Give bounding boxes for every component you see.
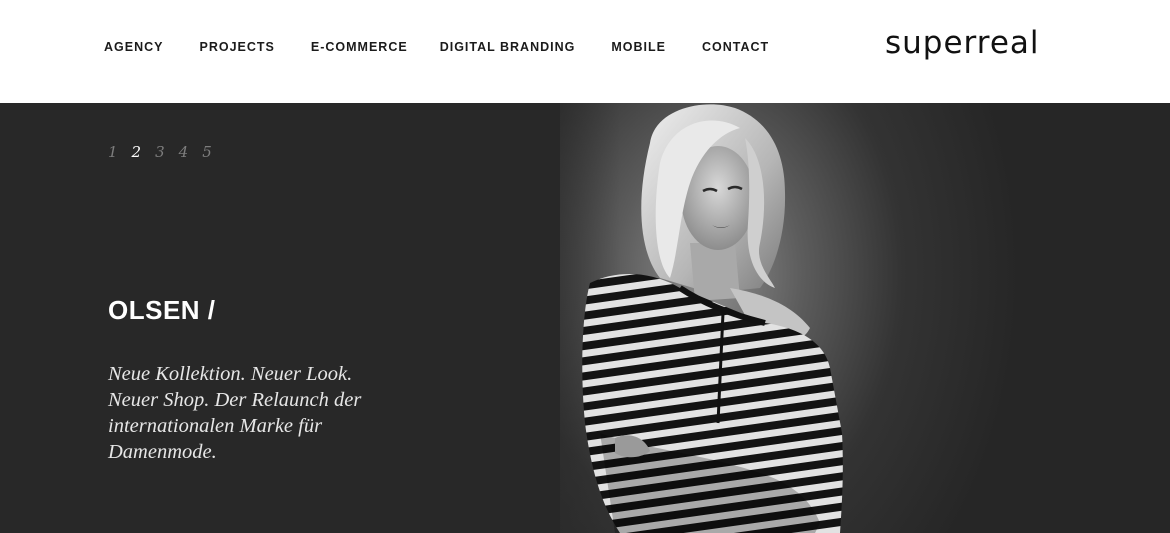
description-line-2: Neuer Shop. Der Relaunch der <box>108 388 362 411</box>
description-line-3: internationalen Marke für <box>108 414 323 437</box>
pager-item-2[interactable]: 2 <box>132 143 142 161</box>
nav-link-digital-branding[interactable]: DIGITAL BRANDING <box>440 40 576 54</box>
description-line-4: Damenmode. <box>108 440 217 463</box>
nav-link-mobile[interactable]: MOBILE <box>611 40 666 54</box>
nav-item-contact: CONTACT <box>702 40 769 54</box>
nav-link-projects[interactable]: PROJECTS <box>199 40 274 54</box>
nav-item-mobile: MOBILE <box>611 40 666 54</box>
nav-link-agency[interactable]: AGENCY <box>104 40 163 54</box>
pager-item-5[interactable]: 5 <box>202 143 212 161</box>
project-title[interactable]: OLSEN / <box>108 295 216 325</box>
main-nav: AGENCY PROJECTS E-COMMERCE DIGITAL BRAND… <box>104 40 769 54</box>
slide-pager: 1 2 3 4 5 <box>108 143 212 161</box>
logo-wordmark: superreal <box>885 25 1040 61</box>
nav-link-ecommerce[interactable]: E-COMMERCE <box>311 40 408 54</box>
hero-dark-panel <box>0 103 560 533</box>
hero-slider: 1 2 3 4 5 OLSEN / Neue Kollektion. Neuer… <box>0 103 1170 533</box>
pager-item-3[interactable]: 3 <box>155 143 165 161</box>
pager-item-4[interactable]: 4 <box>179 143 189 161</box>
page: AGENCY PROJECTS E-COMMERCE DIGITAL BRAND… <box>0 0 1170 533</box>
nav-item-ecommerce: E-COMMERCE <box>311 40 408 54</box>
site-header: AGENCY PROJECTS E-COMMERCE DIGITAL BRAND… <box>0 0 1170 103</box>
project-description: Neue Kollektion. Neuer Look. Neuer Shop.… <box>108 361 408 465</box>
nav-link-contact[interactable]: CONTACT <box>702 40 769 54</box>
nav-item-agency: AGENCY <box>104 40 163 54</box>
pager-item-1[interactable]: 1 <box>108 143 118 161</box>
model-photo <box>582 104 843 533</box>
description-line-1: Neue Kollektion. Neuer Look. <box>108 362 353 385</box>
nav-item-projects: PROJECTS <box>199 40 274 54</box>
superreal-logo[interactable]: superreal <box>885 26 1071 66</box>
nav-item-digital-branding: DIGITAL BRANDING <box>440 40 576 54</box>
